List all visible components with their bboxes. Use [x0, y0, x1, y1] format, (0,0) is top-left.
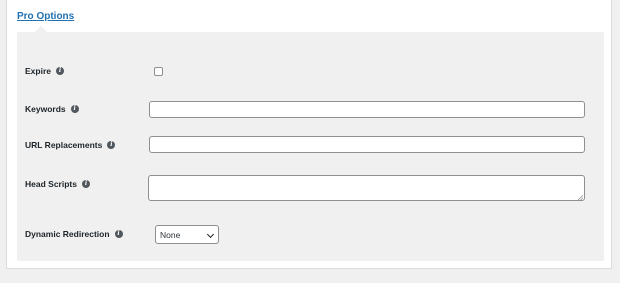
- expire-row-label: Expire i: [25, 66, 64, 76]
- info-icon[interactable]: i: [56, 67, 64, 75]
- expire-label: Expire: [25, 66, 51, 76]
- resize-grip-icon[interactable]: [578, 195, 583, 200]
- keywords-input[interactable]: [149, 101, 585, 118]
- dynamic-redirection-select[interactable]: None: [155, 225, 219, 244]
- dynamic-redirection-row-label: Dynamic Redirection i: [25, 229, 123, 239]
- head-scripts-textarea[interactable]: [148, 175, 585, 201]
- url-replacements-input[interactable]: [149, 136, 585, 153]
- dynamic-redirection-selected: None: [160, 229, 181, 240]
- info-icon[interactable]: i: [107, 141, 116, 149]
- chevron-down-icon: [206, 230, 215, 239]
- info-icon[interactable]: i: [70, 105, 79, 113]
- keywords-row-label: Keywords i: [25, 104, 79, 114]
- url-replacements-label: URL Replacements: [25, 140, 103, 150]
- url-replacements-row-label: URL Replacements i: [25, 140, 116, 150]
- expire-checkbox[interactable]: [154, 67, 163, 76]
- keywords-label: Keywords: [25, 104, 66, 114]
- options-panel: Pro Options Expire i Keywords i URL Repl…: [6, 0, 612, 269]
- tab-pro-options[interactable]: Pro Options: [17, 11, 74, 22]
- info-icon[interactable]: i: [114, 230, 123, 238]
- info-icon[interactable]: i: [81, 180, 90, 188]
- dynamic-redirection-label: Dynamic Redirection: [25, 229, 110, 239]
- head-scripts-label: Head Scripts: [25, 179, 77, 189]
- head-scripts-row-label: Head Scripts i: [25, 179, 90, 189]
- pro-options-section: Expire i Keywords i URL Replacements i H…: [17, 32, 604, 261]
